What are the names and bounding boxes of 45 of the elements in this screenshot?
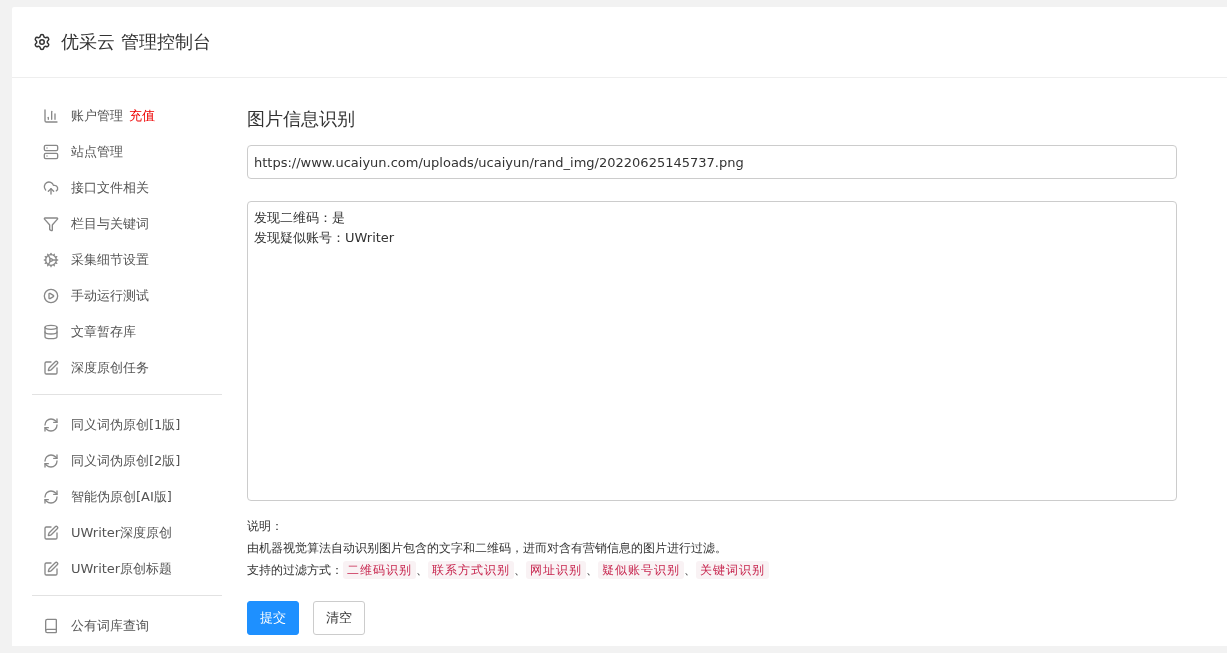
sidebar-item[interactable]: 同义词伪原创[2版] — [32, 443, 222, 479]
sidebar-item[interactable]: 公有词库查询 — [32, 608, 222, 644]
refresh-icon — [43, 489, 59, 505]
bar-chart-icon — [43, 108, 59, 124]
methods-label: 支持的过滤方式： — [247, 563, 343, 577]
sidebar-item[interactable]: 深度原创任务 — [32, 350, 222, 386]
separator: 、 — [586, 563, 598, 577]
filter-method-tag: 疑似账号识别 — [598, 561, 684, 579]
sidebar-item[interactable]: 手动运行测试 — [32, 278, 222, 314]
sidebar-item[interactable]: 采集细节设置 — [32, 242, 222, 278]
edit-icon — [43, 360, 59, 376]
sidebar-item[interactable]: UWriter原创标题 — [32, 551, 222, 587]
separator: 、 — [514, 563, 526, 577]
separator: 、 — [684, 563, 696, 577]
edit-icon — [43, 525, 59, 541]
sidebar-item[interactable]: 同义词伪原创[1版] — [32, 407, 222, 443]
database-icon — [43, 324, 59, 340]
result-box[interactable]: 发现二维码：是 发现疑似账号：UWriter — [247, 201, 1177, 501]
sidebar-item[interactable]: 智能伪原创[AI版] — [32, 479, 222, 515]
console-title: 优采云 管理控制台 — [61, 30, 211, 54]
sidebar-item[interactable]: UWriter深度原创 — [32, 515, 222, 551]
settings-icon — [33, 33, 51, 51]
server-icon — [43, 144, 59, 160]
sidebar-item[interactable]: 账户管理 充值 — [32, 98, 222, 134]
filter-method-tag: 关键词识别 — [696, 561, 769, 579]
sidebar-item[interactable]: 站点管理 — [32, 134, 222, 170]
sidebar-item[interactable]: 接口文件相关 — [32, 170, 222, 206]
filter-method-tag: 二维码识别 — [343, 561, 416, 579]
sidebar-item[interactable]: 文章暂存库 — [32, 314, 222, 350]
refresh-icon — [43, 453, 59, 469]
filter-method-tag: 联系方式识别 — [428, 561, 514, 579]
clear-button[interactable]: 清空 — [313, 601, 365, 635]
section-title: 图片信息识别 — [247, 107, 356, 131]
funnel-icon — [43, 216, 59, 232]
url-field[interactable]: https://www.ucaiyun.com/uploads/ucaiyun/rand_img/20220625145737.png — [247, 145, 1177, 179]
play-icon — [43, 288, 59, 304]
refresh-icon — [43, 417, 59, 433]
notes-heading: 说明： — [247, 518, 284, 535]
notes-description: 由机器视觉算法自动识别图片包含的文字和二维码，进而对含有营销信息的图片进行过滤。 — [247, 540, 728, 557]
sidebar-item[interactable]: 栏目与关键词 — [32, 206, 222, 242]
filter-method-tag: 网址识别 — [526, 561, 586, 579]
edit-icon — [43, 561, 59, 577]
cloud-upload-icon — [43, 180, 59, 196]
book-icon — [43, 618, 59, 634]
separator: 、 — [416, 563, 428, 577]
